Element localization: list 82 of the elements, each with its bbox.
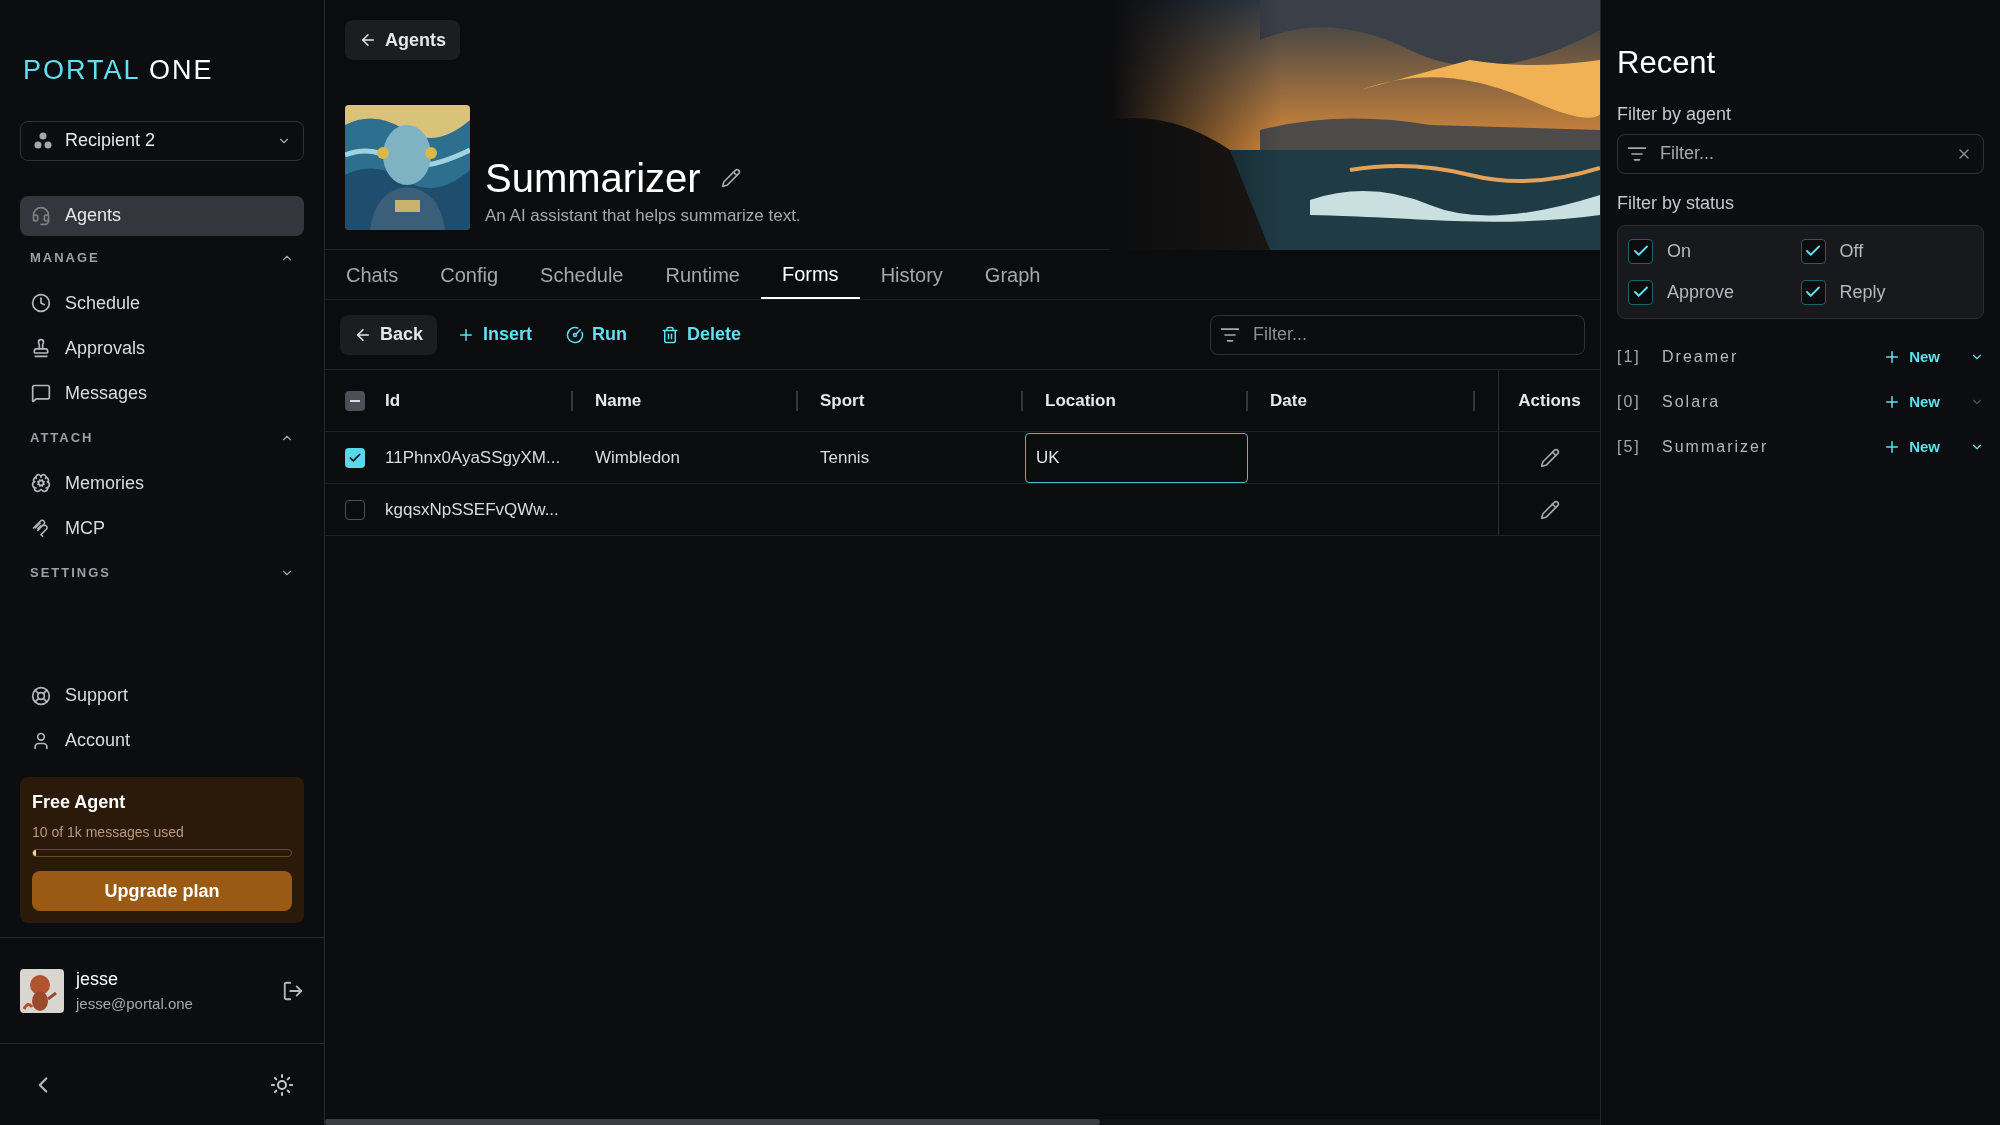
edit-icon[interactable] <box>1539 447 1560 468</box>
column-header[interactable]: Name <box>595 387 796 414</box>
column-header: Actions <box>1518 389 1581 412</box>
headset-icon <box>31 205 51 226</box>
user-name: jesse <box>76 967 120 991</box>
new-button[interactable]: New <box>1883 345 1940 369</box>
nav-item[interactable]: Agents <box>20 195 304 236</box>
logout-icon[interactable] <box>282 979 304 1002</box>
agent-count: [5] <box>1617 437 1642 457</box>
clock-icon <box>31 293 51 313</box>
new-button[interactable]: New <box>1883 435 1940 459</box>
column-header[interactable]: Date <box>1270 387 1473 414</box>
agent-title: Summarizer <box>485 154 701 202</box>
section-header[interactable]: MANAGE <box>20 235 304 281</box>
stamp-icon <box>31 338 51 358</box>
filter-field[interactable]: Filter... <box>1210 314 1585 355</box>
workspace-select[interactable]: Recipient 2 <box>20 120 304 161</box>
location-input[interactable]: UK <box>1025 432 1248 483</box>
agent-name[interactable]: Dreamer <box>1662 345 1884 369</box>
field-label: Filter by agent <box>1617 102 1733 126</box>
user-icon <box>31 730 51 751</box>
agent-count: [0] <box>1617 392 1642 412</box>
nav-item[interactable]: Memories <box>20 463 155 503</box>
select-all-checkbox[interactable] <box>345 390 365 411</box>
usage-text: 10 of 1k messages used <box>32 823 185 842</box>
table-cell-text: kgqsxNpSSEFvQWw... <box>385 498 559 521</box>
tab[interactable]: Config <box>419 250 520 299</box>
chat-bubble-icon <box>31 383 51 403</box>
upgrade-button[interactable]: Upgrade plan <box>32 871 292 911</box>
checkbox-label: On <box>1667 239 1691 263</box>
nav-item[interactable]: Approvals <box>20 328 157 368</box>
column-header[interactable]: Location <box>1045 387 1246 414</box>
table-cell-text: Wimbledon <box>595 446 681 469</box>
toolbar-button[interactable]: Back <box>340 314 438 355</box>
sun-icon[interactable] <box>270 1072 294 1097</box>
agent-count: [1] <box>1617 347 1642 367</box>
toolbar-button[interactable]: Insert <box>443 314 547 355</box>
status-checkbox[interactable] <box>1628 238 1653 264</box>
agent-name[interactable]: Summarizer <box>1662 435 1884 459</box>
tab[interactable]: History <box>859 250 964 299</box>
tab[interactable]: Graph <box>963 250 1062 299</box>
panel-title: Recent <box>1617 44 1717 82</box>
tab[interactable]: Forms <box>760 250 860 299</box>
table-cell-text: 11Phnx0AyaSSgyXM... <box>385 446 561 469</box>
agent-filter-field[interactable]: Filter... <box>1617 133 1984 174</box>
edit-icon[interactable] <box>720 167 741 188</box>
nav-item[interactable]: Support <box>20 675 140 716</box>
scrollbar[interactable] <box>325 1119 1100 1125</box>
nav-item[interactable]: Account <box>20 720 142 761</box>
status-checkbox[interactable] <box>1800 238 1826 264</box>
logo[interactable]: PORTAL ONE <box>23 50 214 91</box>
table-cell-text: Tennis <box>820 446 870 469</box>
nav-item[interactable]: Messages <box>20 373 159 413</box>
row-checkbox[interactable] <box>345 447 365 468</box>
section-header[interactable]: SETTINGS <box>20 550 304 596</box>
tab[interactable]: Chats <box>325 250 420 299</box>
section-header[interactable]: ATTACH <box>20 415 304 461</box>
nav-item[interactable]: MCP <box>20 508 116 548</box>
row-checkbox[interactable] <box>345 499 365 520</box>
status-checkbox[interactable] <box>1800 279 1826 305</box>
toolbar-button[interactable]: Run <box>552 314 642 355</box>
toolbar-button[interactable]: Delete <box>647 314 756 355</box>
trash-icon <box>661 325 680 344</box>
checkbox-label: Off <box>1839 239 1864 263</box>
edit-icon[interactable] <box>1539 499 1560 520</box>
status-checkbox[interactable] <box>1628 279 1653 305</box>
three-dots-icon <box>33 130 53 151</box>
plan-title: Free Agent <box>32 791 127 814</box>
nav-item[interactable]: Schedule <box>20 283 152 323</box>
lifebuoy-icon <box>31 685 51 706</box>
back-to-agents-button[interactable]: Agents <box>345 20 460 60</box>
checkbox-label: Reply <box>1839 280 1886 304</box>
field-label: Filter by status <box>1617 191 1736 215</box>
column-header[interactable]: Id <box>385 387 571 414</box>
head-gear-icon <box>31 473 51 493</box>
tab[interactable]: Schedule <box>519 250 645 299</box>
checkbox-label: Approve <box>1667 280 1735 304</box>
user-email: jesse@portal.one <box>76 993 194 1014</box>
agent-description: An AI assistant that helps summarize text. <box>485 204 801 227</box>
column-header[interactable]: Sport <box>820 387 1021 414</box>
tab[interactable]: Runtime <box>644 250 761 299</box>
minus-icon <box>350 399 360 402</box>
